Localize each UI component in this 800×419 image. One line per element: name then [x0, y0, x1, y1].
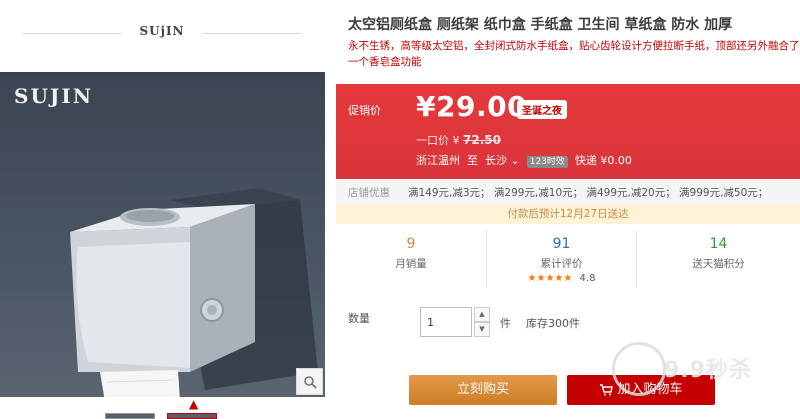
stat-sales-label: 月销量 [395, 258, 427, 270]
rating: ★★★★★ 4.8 [487, 273, 636, 284]
increase-icon[interactable]: ▲ [474, 307, 490, 322]
stat-monthly-sales: 9 月销量 [336, 230, 486, 288]
original-price-value: 72.50 [463, 133, 501, 147]
product-title: 太空铝厕纸盒 厕纸架 纸巾盒 手纸盒 卫生间 草纸盒 防水 加厚 [348, 17, 733, 33]
stat-reviews-label: 累计评价 [540, 258, 583, 270]
stat-points: 14 送天猫积分 [636, 230, 800, 288]
brand-header: SUjIN [0, 20, 325, 46]
product-detail: 太空铝厕纸盒 厕纸架 纸巾盒 手纸盒 卫生间 草纸盒 防水 加厚 永不生锈，高等… [336, 0, 800, 419]
ship-to-select[interactable]: 长沙 [485, 154, 507, 167]
stock-count: 库存300件 [526, 317, 580, 330]
delivery-hours-badge: 123时效 [526, 156, 568, 168]
coupons-list[interactable]: 满149元,减3元； 满299元,减10元； 满499元,减20元； 满999元… [408, 185, 768, 200]
stats-bar: 9 月销量 91 累计评价 ★★★★★ 4.8 14 送天猫积分 [336, 230, 800, 288]
quantity-input[interactable] [420, 307, 472, 337]
quantity-unit: 件 [500, 317, 511, 330]
stat-reviews[interactable]: 91 累计评价 ★★★★★ 4.8 [486, 230, 636, 288]
ship-to-word: 至 [467, 154, 478, 167]
quantity-row: 数量 ▲ ▼ 件 库存300件 [348, 305, 788, 339]
promo-label: 促销价 [348, 104, 381, 117]
stat-sales-value: 9 [406, 236, 416, 252]
decrease-icon[interactable]: ▼ [474, 322, 490, 337]
original-price-label: 一口价 ¥ [416, 134, 460, 147]
promo-price: ¥29.00 [416, 90, 528, 123]
thumbnail-strip: ▲ [105, 397, 225, 419]
stat-reviews-value: 91 [552, 236, 571, 252]
quantity-stepper: ▲ ▼ [474, 307, 490, 337]
stat-points-value: 14 [709, 236, 728, 252]
coupons-label: 店铺优惠 [348, 187, 390, 199]
product-subtitle: 永不生锈，高等级太空铝，全封闭式防水手纸盒，贴心齿轮设计方便拉断手纸，顶部还另外… [348, 40, 800, 68]
shipping-fee: 快递 ¥0.00 [574, 154, 632, 167]
divider-left [22, 33, 122, 34]
add-to-cart-button[interactable]: 加入购物车 [567, 375, 715, 405]
store-coupons: 店铺优惠 满149元,减3元； 满299元,减10元； 满499元,减20元； … [336, 180, 800, 204]
tissue-box-illustration [70, 188, 318, 397]
thumbnail-1[interactable] [105, 413, 155, 419]
cart-icon [600, 383, 614, 395]
magnifier-icon [303, 375, 317, 389]
chevron-up-icon: ▲ [189, 397, 199, 411]
ship-from: 浙江温州 [416, 154, 460, 167]
product-gallery: SUjIN SUJIN ▲ [0, 0, 325, 419]
quantity-label: 数量 [348, 312, 370, 325]
original-price: 一口价 ¥ 72.50 [416, 132, 501, 148]
delivery-estimate: 付款后预计12月27日送达 [336, 204, 800, 224]
zoom-button[interactable] [296, 368, 323, 395]
main-product-image[interactable]: SUJIN [0, 72, 325, 397]
add-to-cart-label: 加入购物车 [617, 382, 683, 397]
divider-right [202, 33, 302, 34]
rating-stars: ★★★★★ [527, 273, 573, 284]
promo-tag: 圣诞之夜 [517, 100, 567, 119]
brand-name[interactable]: SUjIN [122, 24, 202, 38]
chevron-down-icon[interactable]: ⌄ [511, 154, 520, 167]
promo-panel: 促销价 ¥29.00 圣诞之夜 一口价 ¥ 72.50 浙江温州 至 长沙 ⌄ … [336, 84, 800, 179]
rating-score: 4.8 [579, 273, 596, 284]
thumbnail-2[interactable] [167, 413, 217, 419]
buy-now-button[interactable]: 立刻购买 [409, 375, 557, 405]
shipping-info: 浙江温州 至 长沙 ⌄ 123时效 快递 ¥0.00 [416, 152, 632, 168]
stat-points-label: 送天猫积分 [692, 258, 745, 270]
